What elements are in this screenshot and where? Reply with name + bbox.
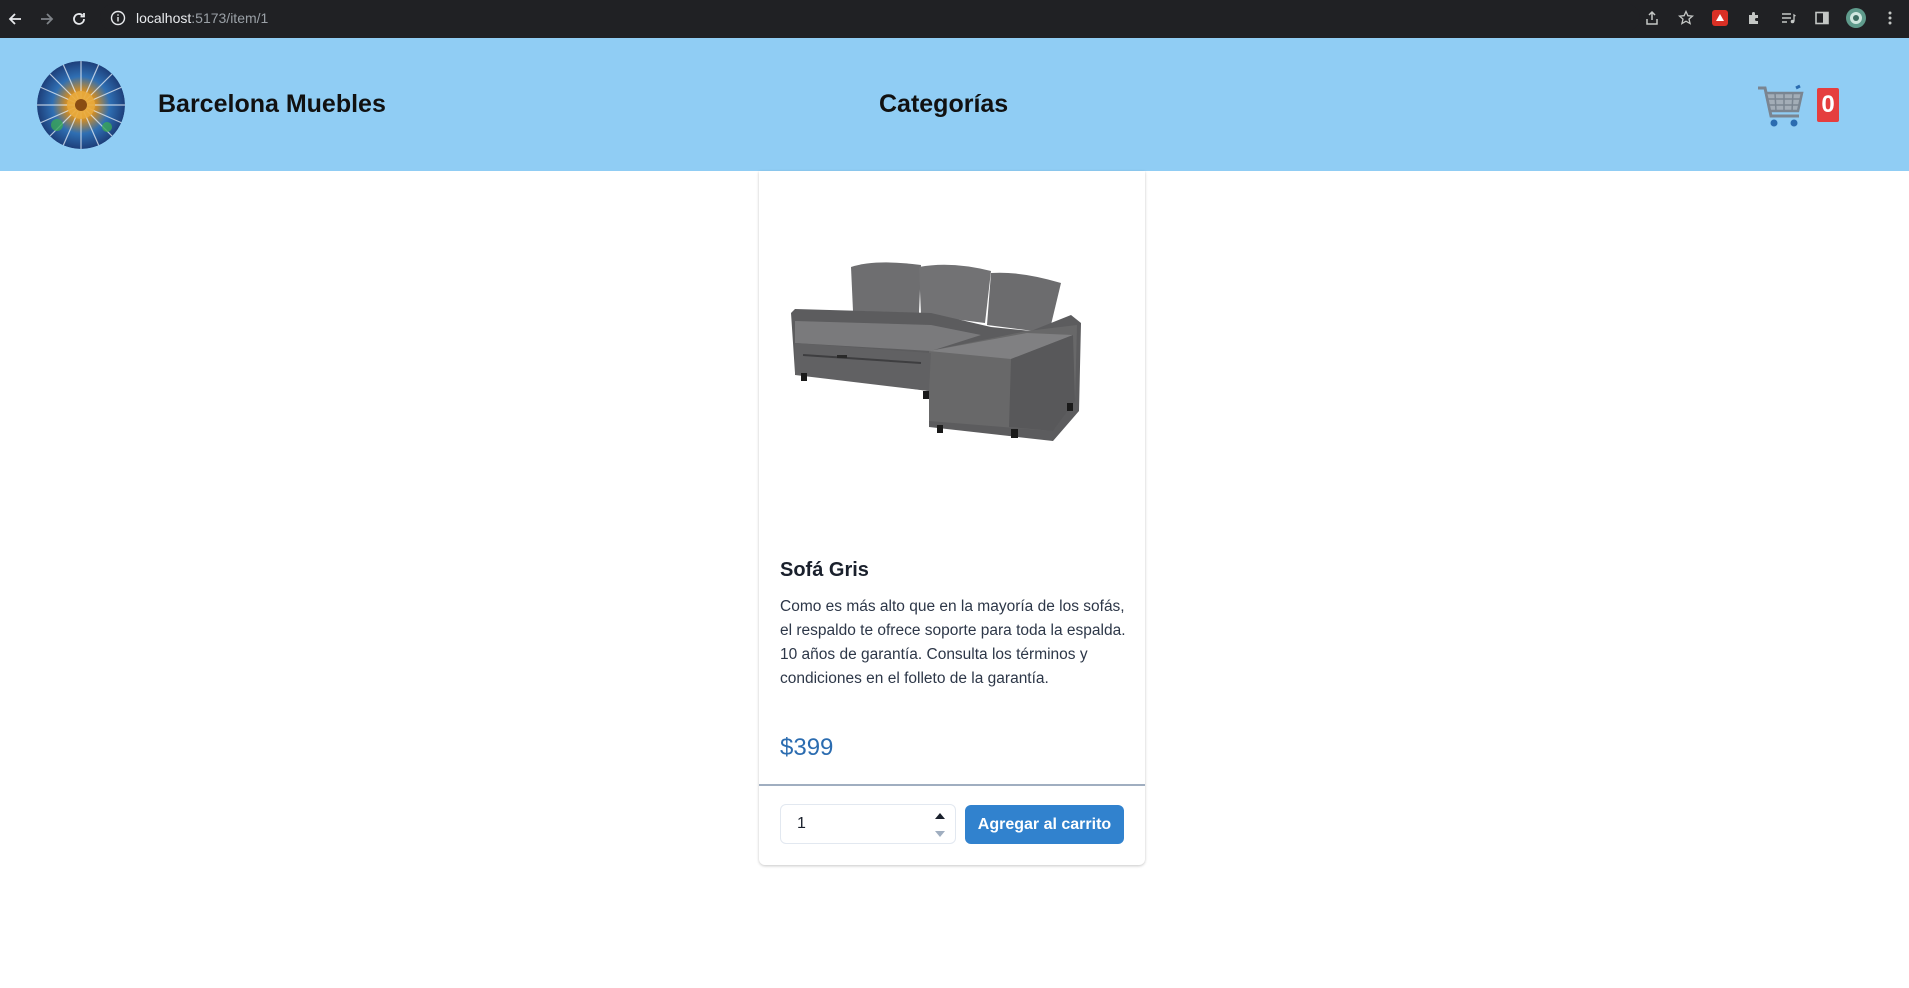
media-playlist-icon[interactable] <box>1777 7 1799 29</box>
forward-icon[interactable] <box>32 4 62 34</box>
product-image <box>781 251 1123 471</box>
add-to-cart-button[interactable]: Agregar al carrito <box>965 805 1124 844</box>
info-icon[interactable] <box>110 10 126 26</box>
browser-toolbar: localhost:5173/item/1 <box>0 0 1909 38</box>
url-host: localhost <box>136 9 192 26</box>
card-divider <box>759 784 1145 786</box>
address-bar[interactable]: localhost:5173/item/1 <box>100 4 1640 31</box>
cart-count-badge: 0 <box>1817 88 1839 122</box>
product-card: Sofá Gris Como es más alto que en la may… <box>759 171 1145 865</box>
increment-icon[interactable] <box>927 807 953 825</box>
profile-avatar-icon[interactable] <box>1845 7 1867 29</box>
product-title: Sofá Gris <box>780 559 869 581</box>
more-menu-icon[interactable] <box>1879 7 1901 29</box>
product-description: Como es más alto que en la mayoría de lo… <box>780 598 1126 687</box>
extension-red-icon[interactable] <box>1709 7 1731 29</box>
brand-name[interactable]: Barcelona Muebles <box>158 90 386 119</box>
share-icon[interactable] <box>1641 7 1663 29</box>
side-panel-icon[interactable] <box>1811 7 1833 29</box>
product-price: $399 <box>780 734 834 761</box>
site-header: Barcelona Muebles Categorías 0 <box>0 38 1909 171</box>
shopping-cart-icon[interactable] <box>1756 84 1808 130</box>
extensions-puzzle-icon[interactable] <box>1743 7 1765 29</box>
brand-logo[interactable] <box>37 61 125 149</box>
bookmark-star-icon[interactable] <box>1675 7 1697 29</box>
reload-icon[interactable] <box>64 4 94 34</box>
back-icon[interactable] <box>0 4 30 34</box>
decrement-icon[interactable] <box>927 825 953 843</box>
nav-categories[interactable]: Categorías <box>879 90 1008 119</box>
quantity-input[interactable] <box>781 806 921 842</box>
quantity-stepper[interactable] <box>780 804 956 844</box>
url-path: :5173/item/1 <box>191 9 269 26</box>
